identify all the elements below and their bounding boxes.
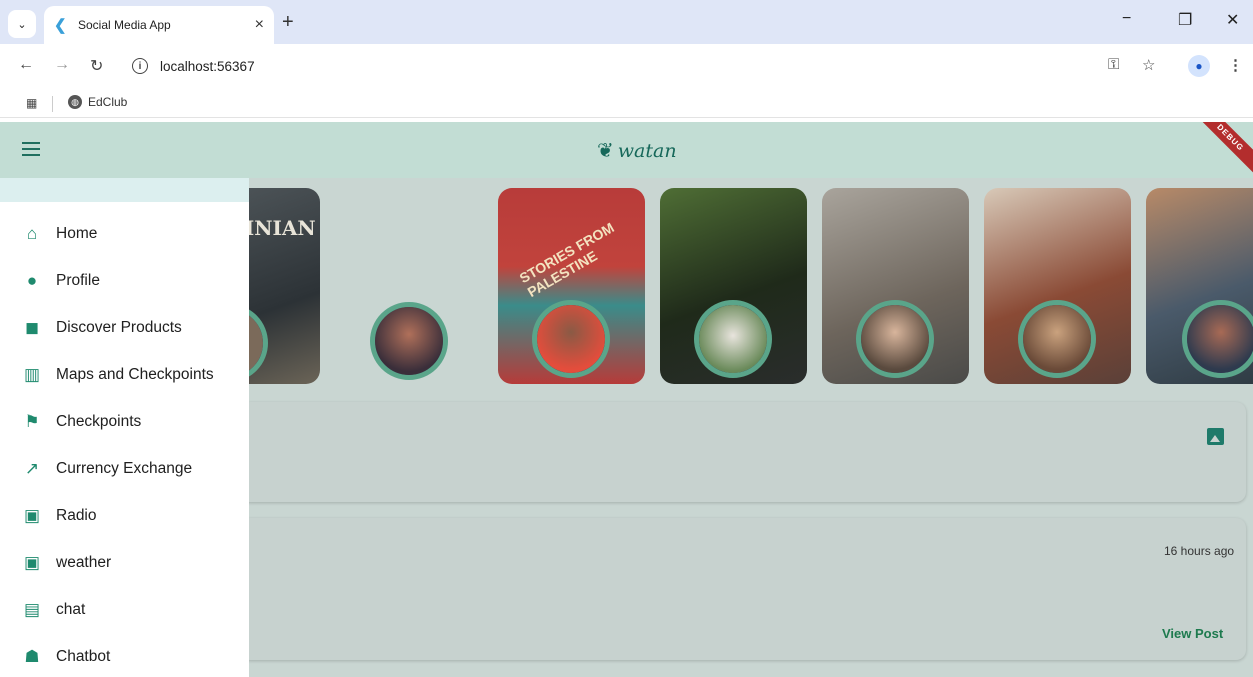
close-window-button[interactable]: ✕ <box>1226 10 1239 30</box>
story-avatar <box>694 300 772 378</box>
story-avatar <box>1182 300 1253 378</box>
drawer-item-label: Profile <box>56 272 100 289</box>
trending-up-icon: ↗ <box>24 459 40 478</box>
new-tab-button[interactable]: + <box>282 11 294 34</box>
drawer-item-checkpoints[interactable]: ⚑ Checkpoints <box>0 402 249 442</box>
tab-search-button[interactable]: ⌄ <box>8 10 36 38</box>
home-icon: ⌂ <box>26 224 38 243</box>
app-bar: ❦ watan DEBUG <box>0 122 1253 178</box>
story-card[interactable] <box>660 188 807 384</box>
drawer-item-chatbot[interactable]: ☗ Chatbot <box>0 637 249 677</box>
tab-title: Social Media App <box>78 18 171 32</box>
post-timestamp: 16 hours ago <box>1164 544 1235 558</box>
forward-button[interactable]: → <box>54 56 70 74</box>
omnibox[interactable]: i localhost:56367 <box>122 50 1182 82</box>
create-post-card[interactable] <box>240 402 1246 502</box>
drawer-item-label: Checkpoints <box>56 413 142 430</box>
bookmarks-bar: ▦ ◍ EdClub <box>0 88 1253 118</box>
drawer-item-home[interactable]: ⌂ Home <box>0 214 249 254</box>
shopping-bag-icon: ◼ <box>24 318 40 337</box>
globe-icon: ◍ <box>68 95 82 109</box>
post-card[interactable] <box>240 518 1246 660</box>
drawer-item-chat[interactable]: ▤ chat <box>0 590 249 630</box>
menu-icon[interactable] <box>22 142 40 156</box>
radio-icon: ▣ <box>23 553 41 572</box>
drawer-item-discover-products[interactable]: ◼ Discover Products <box>0 308 249 348</box>
story-card[interactable]: STORIES FROM PALESTINE <box>498 188 645 384</box>
debug-banner: DEBUG <box>1192 122 1253 176</box>
address-bar-row: ← → ↻ i localhost:56367 ⚿ ☆ ● ⋮ <box>0 44 1253 88</box>
browser-tab-bar: ⌄ ❮ Social Media App × + − ❐ ✕ <box>0 0 1253 44</box>
bookmark-divider <box>52 96 53 112</box>
drawer-item-label: Home <box>56 225 98 242</box>
stories-row[interactable]: TINIAN STORIES FROM PALESTINE <box>230 188 1253 384</box>
chat-icon: ▤ <box>23 600 41 619</box>
map-icon: ▥ <box>23 365 41 384</box>
drawer-item-label: weather <box>56 554 112 571</box>
drawer-item-currency-exchange[interactable]: ↗ Currency Exchange <box>0 449 249 489</box>
logo-text: watan <box>617 139 677 162</box>
watan-logo: ❦ watan <box>597 138 677 163</box>
app-viewport: ❦ watan DEBUG TINIAN STORIES FROM PALEST… <box>0 122 1253 677</box>
reload-button[interactable]: ↻ <box>90 56 103 76</box>
story-avatar <box>1018 300 1096 378</box>
story-avatar <box>532 300 610 378</box>
more-menu-icon[interactable]: ⋮ <box>1228 56 1243 74</box>
story-avatar[interactable] <box>370 302 448 380</box>
minimize-button[interactable]: − <box>1122 10 1131 28</box>
story-card[interactable] <box>984 188 1131 384</box>
drawer-item-label: chat <box>56 601 86 618</box>
drawer-item-label: Radio <box>56 507 97 524</box>
drawer-item-label: Discover Products <box>56 319 182 336</box>
story-avatar <box>856 300 934 378</box>
bookmark-edclub[interactable]: ◍ EdClub <box>68 95 127 109</box>
story-card[interactable] <box>822 188 969 384</box>
back-button[interactable]: ← <box>18 56 34 74</box>
drawer-header <box>0 178 249 202</box>
drawer-item-label: Chatbot <box>56 648 111 665</box>
url-text[interactable]: localhost:56367 <box>160 59 255 74</box>
bookmark-label: EdClub <box>88 95 128 109</box>
view-post-button[interactable]: View Post <box>1162 626 1223 641</box>
apps-grid-icon[interactable]: ▦ <box>26 96 37 110</box>
bookmark-star-icon[interactable]: ☆ <box>1142 56 1155 74</box>
story-book-cover: STORIES FROM PALESTINE <box>516 219 617 301</box>
flag-icon: ⚑ <box>24 412 40 431</box>
leaf-icon: ❦ <box>597 140 614 162</box>
robot-icon: ☗ <box>24 647 40 666</box>
profile-avatar-icon[interactable]: ● <box>1188 55 1210 77</box>
person-icon: ● <box>26 271 38 290</box>
radio-icon: ▣ <box>23 506 41 525</box>
password-key-icon[interactable]: ⚿ <box>1108 56 1119 73</box>
drawer-item-profile[interactable]: ● Profile <box>0 261 249 301</box>
browser-tab[interactable]: ❮ Social Media App × <box>44 6 274 44</box>
site-info-icon[interactable]: i <box>132 58 148 74</box>
drawer-item-label: Currency Exchange <box>56 460 193 477</box>
drawer-item-radio[interactable]: ▣ Radio <box>0 496 249 536</box>
story-card[interactable] <box>1146 188 1253 384</box>
flutter-icon: ❮ <box>54 17 67 34</box>
image-icon[interactable] <box>1207 428 1224 445</box>
restore-button[interactable]: ❐ <box>1178 10 1192 30</box>
drawer-item-maps-and-checkpoints[interactable]: ▥ Maps and Checkpoints <box>0 355 249 395</box>
drawer-item-label: Maps and Checkpoints <box>56 366 214 383</box>
close-tab-icon[interactable]: × <box>255 16 264 34</box>
navigation-drawer: ⌂ Home ● Profile ◼ Discover Products ▥ M… <box>0 178 249 677</box>
drawer-item-weather[interactable]: ▣ weather <box>0 543 249 583</box>
